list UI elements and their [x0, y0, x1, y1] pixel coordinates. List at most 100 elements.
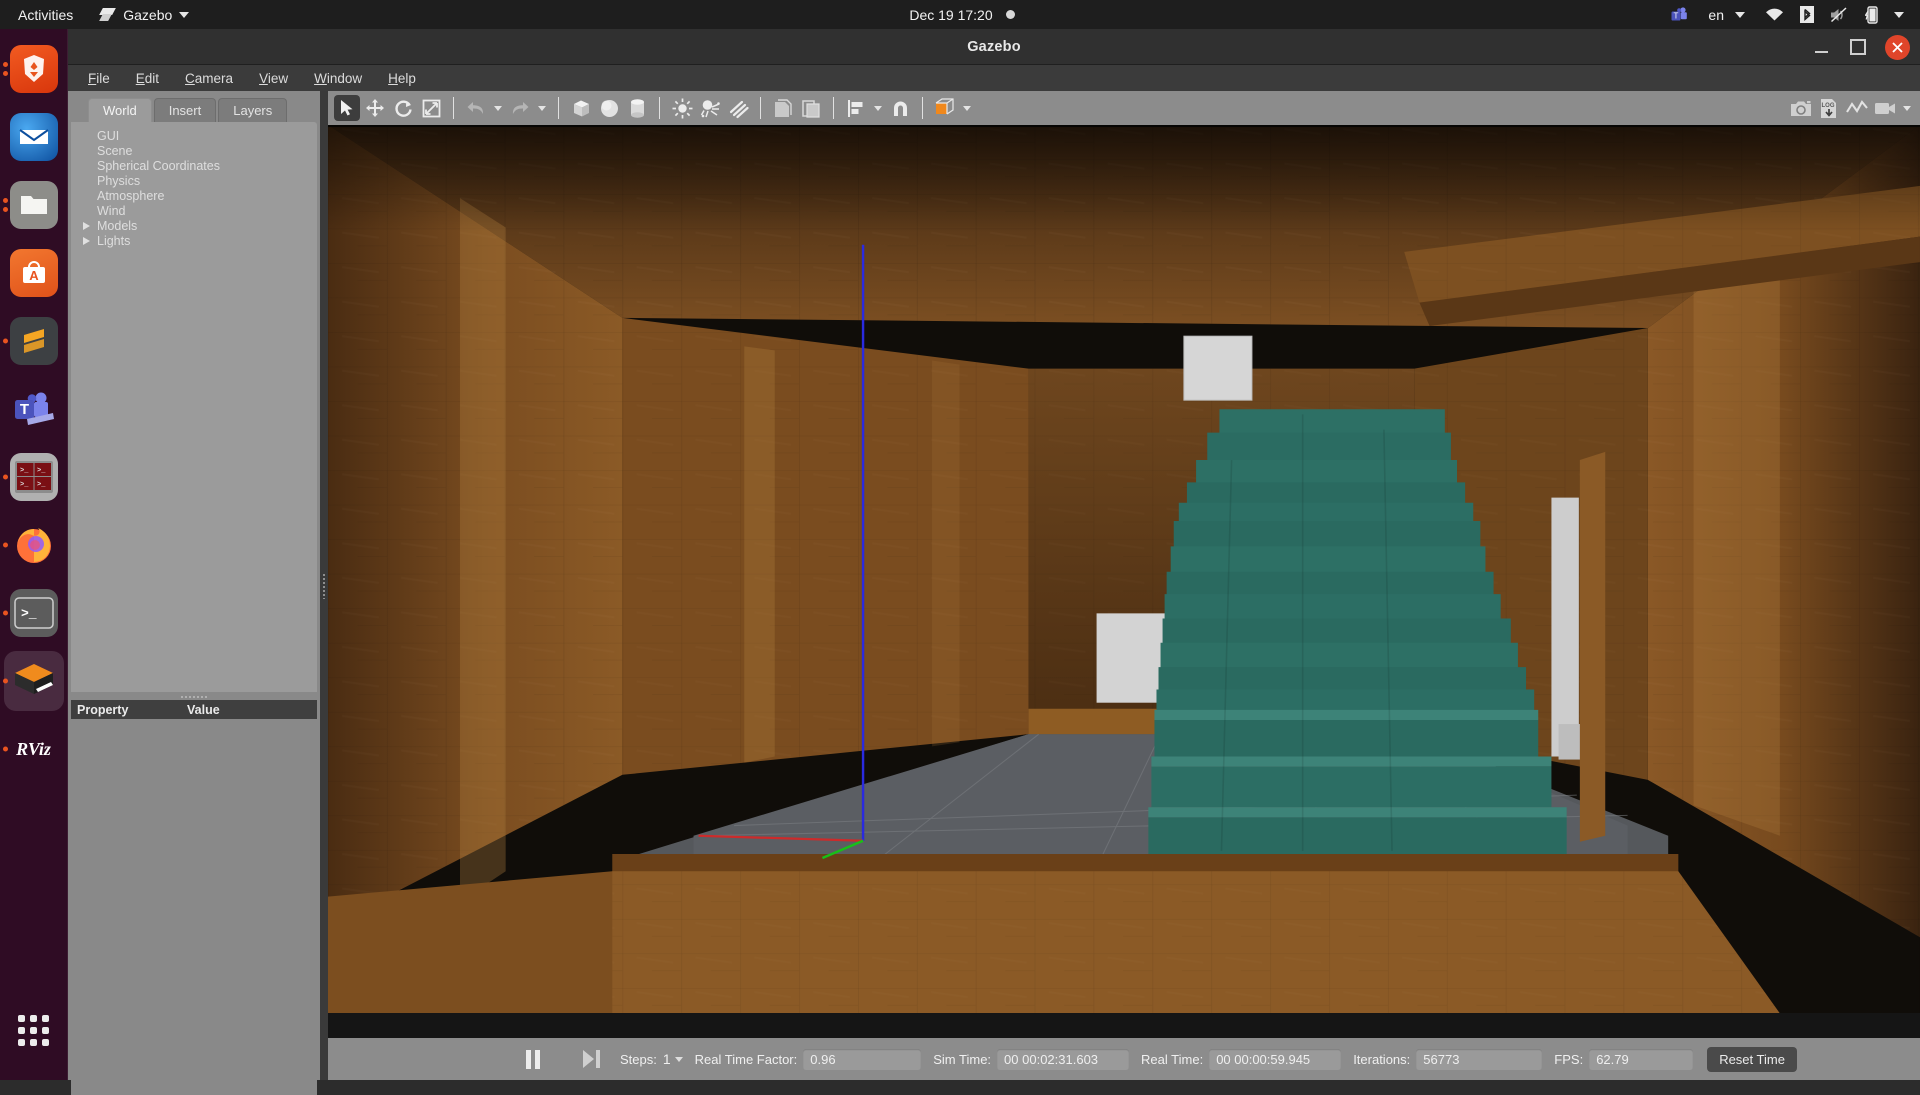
dock-item-terminator[interactable]: >_ >_ >_ >_ — [0, 443, 68, 511]
dock-item-brave[interactable] — [0, 35, 68, 103]
dock-item-rviz[interactable]: RViz — [0, 715, 68, 783]
toolbar-separator — [453, 97, 454, 119]
tree-item-wind[interactable]: Wind — [71, 203, 317, 218]
tree-item-physics[interactable]: Physics — [71, 173, 317, 188]
close-button[interactable] — [1885, 34, 1910, 60]
menu-edit[interactable]: Edit — [126, 68, 169, 89]
step-button[interactable] — [574, 1044, 608, 1074]
spot-light-button[interactable] — [697, 95, 723, 121]
maximize-button[interactable] — [1848, 37, 1868, 57]
render-area: LOG Steps: 1 Real Time Factor: 0.96 Sim … — [328, 91, 1920, 1080]
chevron-down-icon[interactable] — [674, 1056, 683, 1062]
tree-item-label: Models — [97, 218, 138, 233]
window-titlebar: Gazebo — [68, 29, 1920, 65]
reset-time-button[interactable]: Reset Time — [1707, 1046, 1797, 1072]
align-button[interactable] — [843, 95, 869, 121]
redo-button[interactable] — [507, 95, 533, 121]
insert-cylinder-button[interactable] — [624, 95, 650, 121]
view-mode-button[interactable] — [932, 95, 958, 121]
panel-splitter-horizontal[interactable] — [68, 692, 320, 700]
tree-item-label: Spherical Coordinates — [97, 158, 220, 173]
plot-button[interactable] — [1844, 95, 1870, 121]
insert-box-button[interactable] — [568, 95, 594, 121]
tree-item-lights[interactable]: Lights — [71, 233, 317, 248]
pause-button[interactable] — [516, 1044, 550, 1074]
redo-history-caret[interactable] — [535, 95, 549, 121]
view-mode-caret[interactable] — [960, 95, 974, 121]
dock-item-microsoft-teams[interactable]: T — [0, 375, 68, 443]
fps-field: 62.79 — [1589, 1048, 1694, 1070]
chevron-right-icon[interactable] — [77, 221, 95, 230]
paste-button[interactable] — [798, 95, 824, 121]
select-mode-button[interactable] — [334, 95, 360, 121]
window-title: Gazebo — [967, 38, 1021, 55]
dock-item-sublime-text[interactable] — [0, 307, 68, 375]
snap-button[interactable] — [887, 95, 913, 121]
show-applications-grid-icon — [18, 1014, 49, 1046]
tab-layers[interactable]: Layers — [218, 98, 288, 122]
tree-item-gui[interactable]: GUI — [71, 128, 317, 143]
tree-item-label: Atmosphere — [97, 188, 165, 203]
tab-insert[interactable]: Insert — [153, 98, 217, 122]
firefox-icon — [10, 521, 58, 569]
files-icon — [9, 181, 58, 229]
menu-file[interactable]: FFileile — [78, 68, 120, 89]
translate-mode-button[interactable] — [362, 95, 388, 121]
svg-text:A: A — [29, 268, 39, 283]
panel-splitter-vertical[interactable] — [320, 91, 328, 1080]
steps-spinner[interactable]: 1 — [663, 1051, 683, 1067]
tab-world[interactable]: World — [88, 98, 152, 122]
splitter-grip-icon — [322, 572, 325, 599]
copy-button[interactable] — [770, 95, 796, 121]
svg-text:LOG: LOG — [1822, 103, 1835, 109]
save-log-button[interactable]: LOG — [1816, 95, 1842, 121]
chevron-right-icon[interactable] — [77, 236, 95, 245]
undo-history-caret[interactable] — [491, 95, 505, 121]
dock-item-terminal[interactable]: >_ — [0, 579, 68, 647]
running-indicator — [2, 62, 8, 76]
panel-tabs: World Insert Layers — [68, 97, 320, 122]
clock-button[interactable]: Dec 19 17:20 — [905, 5, 996, 25]
steps-label: Steps: — [620, 1051, 657, 1067]
terminal-icon: >_ — [9, 589, 58, 637]
tree-item-models[interactable]: Models — [71, 218, 317, 233]
record-video-button[interactable] — [1872, 95, 1898, 121]
menu-help[interactable]: Help — [378, 68, 426, 89]
splitter-grip-icon — [180, 694, 208, 698]
align-options-caret[interactable] — [871, 95, 885, 121]
property-table-body[interactable] — [71, 719, 317, 1095]
record-options-caret[interactable] — [1900, 95, 1914, 121]
screenshot-button[interactable] — [1788, 95, 1814, 121]
teams-icon: T — [10, 385, 58, 433]
menu-window[interactable]: Window — [304, 68, 372, 89]
directional-light-button[interactable] — [725, 95, 751, 121]
svg-text:>_: >_ — [37, 481, 46, 489]
undo-button[interactable] — [463, 95, 489, 121]
rviz-icon: RViz — [16, 738, 51, 759]
property-table-header: Property Value — [71, 700, 317, 719]
dock-item-ubuntu-software[interactable]: A — [0, 239, 68, 307]
rotate-mode-button[interactable] — [390, 95, 416, 121]
scale-mode-button[interactable] — [418, 95, 444, 121]
fps-value: 62.79 — [1596, 1051, 1629, 1067]
toolbar-separator — [659, 97, 660, 119]
svg-text:>_: >_ — [20, 467, 29, 475]
gazebo-3d-viewport[interactable] — [328, 125, 1920, 1038]
tree-item-spherical-coordinates[interactable]: Spherical Coordinates — [71, 158, 317, 173]
menu-camera[interactable]: Camera — [175, 68, 243, 89]
world-tree[interactable]: GUI Scene Spherical Coordinates Physics … — [71, 122, 317, 692]
minimize-button[interactable] — [1811, 37, 1831, 57]
menu-view[interactable]: View — [249, 68, 298, 89]
dock-item-thunderbird[interactable] — [0, 103, 68, 171]
sublime-text-icon — [9, 317, 58, 365]
insert-sphere-button[interactable] — [596, 95, 622, 121]
show-applications-button[interactable] — [0, 996, 68, 1064]
ubuntu-software-icon: A — [9, 249, 58, 297]
tree-item-atmosphere[interactable]: Atmosphere — [71, 188, 317, 203]
dock-item-firefox[interactable] — [0, 511, 68, 579]
dock-item-files[interactable] — [0, 171, 68, 239]
dock-item-gazebo[interactable] — [0, 647, 68, 715]
point-light-button[interactable] — [669, 95, 695, 121]
tree-item-scene[interactable]: Scene — [71, 143, 317, 158]
toolbar-separator — [922, 97, 923, 119]
